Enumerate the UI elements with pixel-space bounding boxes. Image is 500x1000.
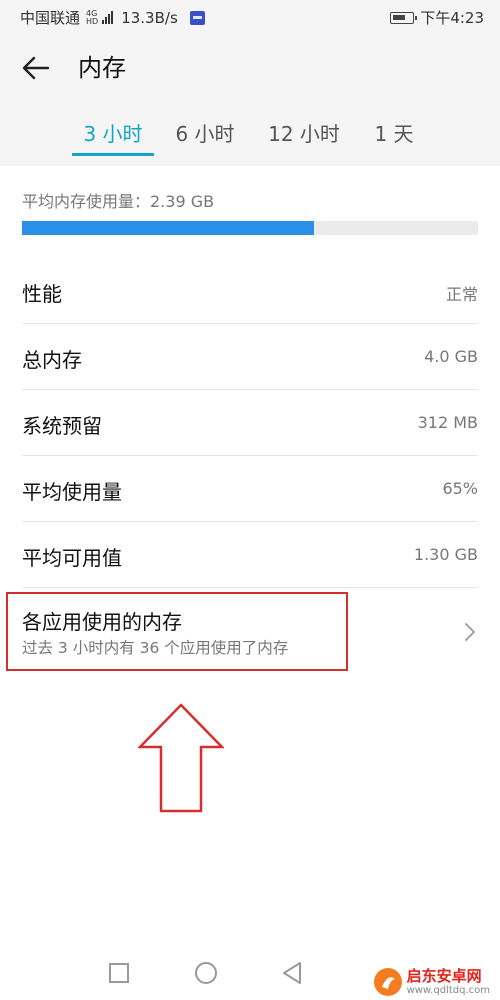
carrier-name: 中国联通 xyxy=(20,9,81,27)
network-type-bottom: HD xyxy=(86,16,99,26)
watermark-url: www.qdltdq.com xyxy=(406,984,490,996)
notification-app-icon xyxy=(189,10,205,25)
tab-6-hours[interactable]: 6 小时 xyxy=(168,112,242,158)
memory-usage-bar xyxy=(22,221,478,235)
annotation-up-arrow-icon xyxy=(138,703,224,813)
row-system-reserved: 系统预留 312 MB xyxy=(22,390,478,456)
row-label: 总内存 xyxy=(22,348,82,372)
memory-usage-fill xyxy=(22,221,314,235)
page-title: 内存 xyxy=(78,54,126,82)
row-value: 正常 xyxy=(445,285,478,304)
header: 内存 xyxy=(0,40,500,96)
average-usage-label: 平均内存使用量：2.39 GB xyxy=(22,192,215,211)
arrow-left-icon[interactable] xyxy=(20,52,52,84)
watermark-name: 启东安卓网 xyxy=(406,966,482,985)
square-icon[interactable] xyxy=(104,958,134,988)
triangle-icon[interactable] xyxy=(278,958,308,988)
memory-stats-list: 性能 正常 总内存 4.0 GB 系统预留 312 MB 平均使用量 65% 平… xyxy=(0,258,500,588)
network-type-icon: 4G HD xyxy=(86,9,99,26)
row-value: 1.30 GB xyxy=(413,545,478,564)
row-value: 312 MB xyxy=(417,413,478,432)
row-label: 性能 xyxy=(22,282,62,306)
row-value: 65% xyxy=(442,479,478,498)
row-performance: 性能 正常 xyxy=(22,258,478,324)
status-time: 下午4:23 xyxy=(420,9,484,27)
apps-memory-title: 各应用使用的内存 xyxy=(22,610,182,634)
watermark: 启东安卓网 www.qdltdq.com xyxy=(368,964,494,1000)
row-label: 平均可用值 xyxy=(22,546,122,570)
row-average-usage: 平均使用量 65% xyxy=(22,456,478,522)
tab-3-hours[interactable]: 3 小时 xyxy=(72,112,154,158)
circle-icon[interactable] xyxy=(191,958,221,988)
row-label: 系统预留 xyxy=(22,414,102,438)
status-right: 下午4:23 xyxy=(390,7,484,28)
network-speed: 13.3B/s xyxy=(121,8,178,27)
active-tab-indicator xyxy=(72,153,154,156)
tab-12-hours[interactable]: 12 小时 xyxy=(258,112,350,158)
row-label: 平均使用量 xyxy=(22,480,122,504)
status-left: 中国联通 4G HD 13.3B/s xyxy=(20,7,205,28)
memory-screen: 中国联通 4G HD 13.3B/s 下午4:23 内存 3 小时 6 小时 1… xyxy=(0,0,500,1000)
watermark-logo-icon xyxy=(373,968,402,996)
status-bar: 中国联通 4G HD 13.3B/s 下午4:23 xyxy=(0,0,500,34)
row-total-memory: 总内存 4.0 GB xyxy=(22,324,478,390)
apps-memory-subtitle: 过去 3 小时内有 36 个应用使用了内存 xyxy=(22,639,289,657)
top-area: 中国联通 4G HD 13.3B/s 下午4:23 内存 3 小时 6 小时 1… xyxy=(0,0,500,166)
chevron-right-icon xyxy=(465,623,475,641)
apps-memory-item[interactable]: 各应用使用的内存 过去 3 小时内有 36 个应用使用了内存 xyxy=(0,592,500,674)
tab-1-day[interactable]: 1 天 xyxy=(364,112,424,158)
battery-icon xyxy=(390,11,418,24)
time-range-tabs: 3 小时 6 小时 12 小时 1 天 xyxy=(0,112,500,158)
row-average-available: 平均可用值 1.30 GB xyxy=(22,522,478,588)
signal-icon xyxy=(102,11,114,24)
row-value: 4.0 GB xyxy=(424,347,478,366)
watermark-text: 启东安卓网 www.qdltdq.com xyxy=(406,966,490,996)
